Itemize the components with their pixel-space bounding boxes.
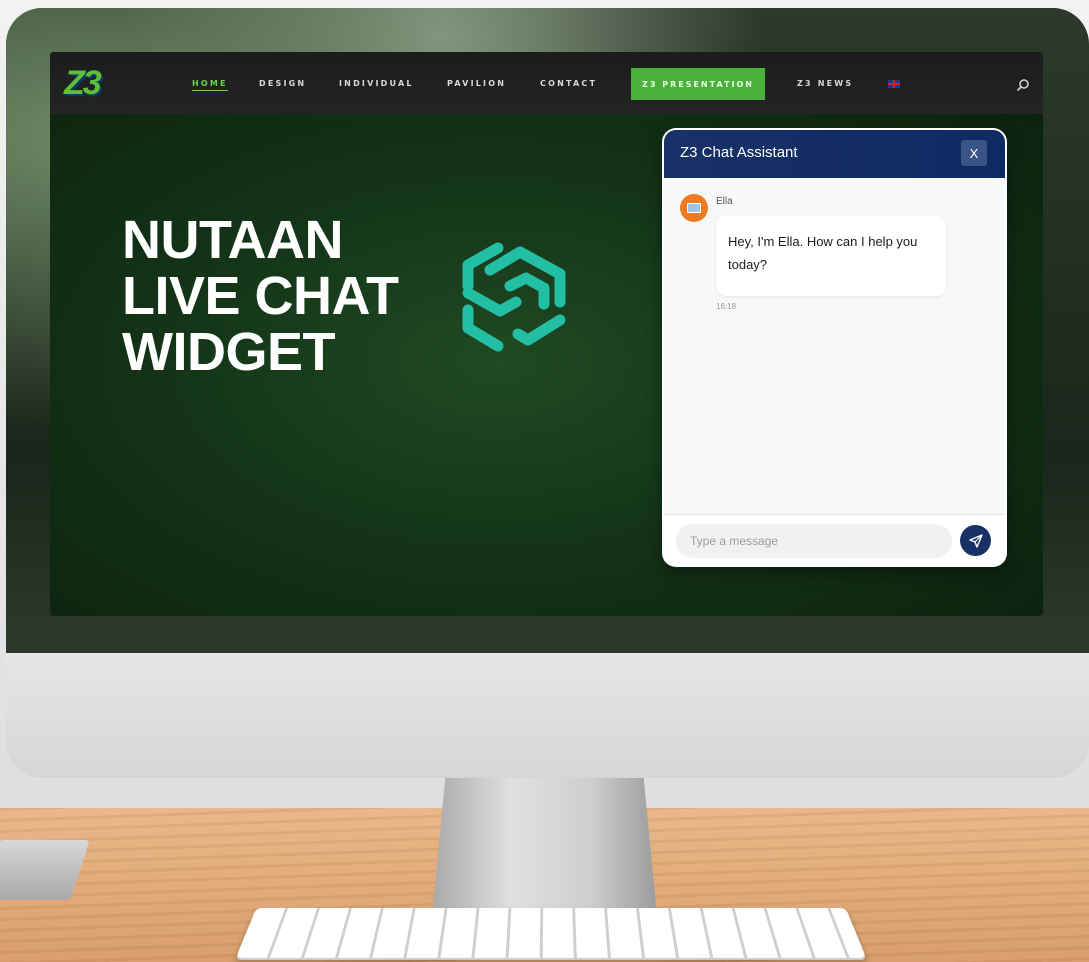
message-timestamp: 16:18 xyxy=(716,302,737,311)
nav-z3-news[interactable]: Z3 NEWS xyxy=(797,79,853,88)
hero-line-3: WIDGET xyxy=(122,322,335,382)
send-icon xyxy=(968,533,983,548)
mail-icon xyxy=(687,203,701,213)
uk-flag-icon[interactable] xyxy=(888,80,900,88)
nutaan-hex-logo-icon xyxy=(462,242,566,352)
message-bubble: Hey, I'm Ella. How can I help you today? xyxy=(716,216,946,296)
hero-line-1: NUTAAN xyxy=(122,210,343,270)
message-input[interactable] xyxy=(676,524,952,558)
z3-logo[interactable]: Z3 xyxy=(64,64,126,106)
chat-footer xyxy=(664,514,1005,565)
keyboard xyxy=(234,907,868,960)
avatar xyxy=(680,194,708,222)
top-navbar: Z3 HOME DESIGN INDIVIDUAL PAVILION CONTA… xyxy=(50,52,1043,114)
nav-contact[interactable]: CONTACT xyxy=(540,79,597,88)
nav-design[interactable]: DESIGN xyxy=(259,79,306,88)
chat-widget: Z3 Chat Assistant X Ella Hey, I'm Ella. … xyxy=(664,130,1005,565)
chat-header: Z3 Chat Assistant X xyxy=(664,130,1005,178)
send-button[interactable] xyxy=(960,525,991,556)
monitor-chin xyxy=(6,653,1089,778)
nav-pavilion[interactable]: PAVILION xyxy=(447,79,506,88)
chat-close-button[interactable]: X xyxy=(961,140,987,166)
hero-title: NUTAAN LIVE CHAT WIDGET xyxy=(122,212,442,380)
monitor-stand xyxy=(432,776,657,916)
website-screen: Z3 HOME DESIGN INDIVIDUAL PAVILION CONTA… xyxy=(50,52,1043,616)
nav-individual[interactable]: INDIVIDUAL xyxy=(339,79,414,88)
nav-home[interactable]: HOME xyxy=(192,79,228,91)
hero-line-2: LIVE CHAT xyxy=(122,266,399,326)
agent-name: Ella xyxy=(716,196,733,207)
search-icon[interactable] xyxy=(1016,78,1030,92)
nav-z3-presentation-button[interactable]: Z3 PRESENTATION xyxy=(631,68,765,100)
chat-title: Z3 Chat Assistant xyxy=(680,144,798,161)
